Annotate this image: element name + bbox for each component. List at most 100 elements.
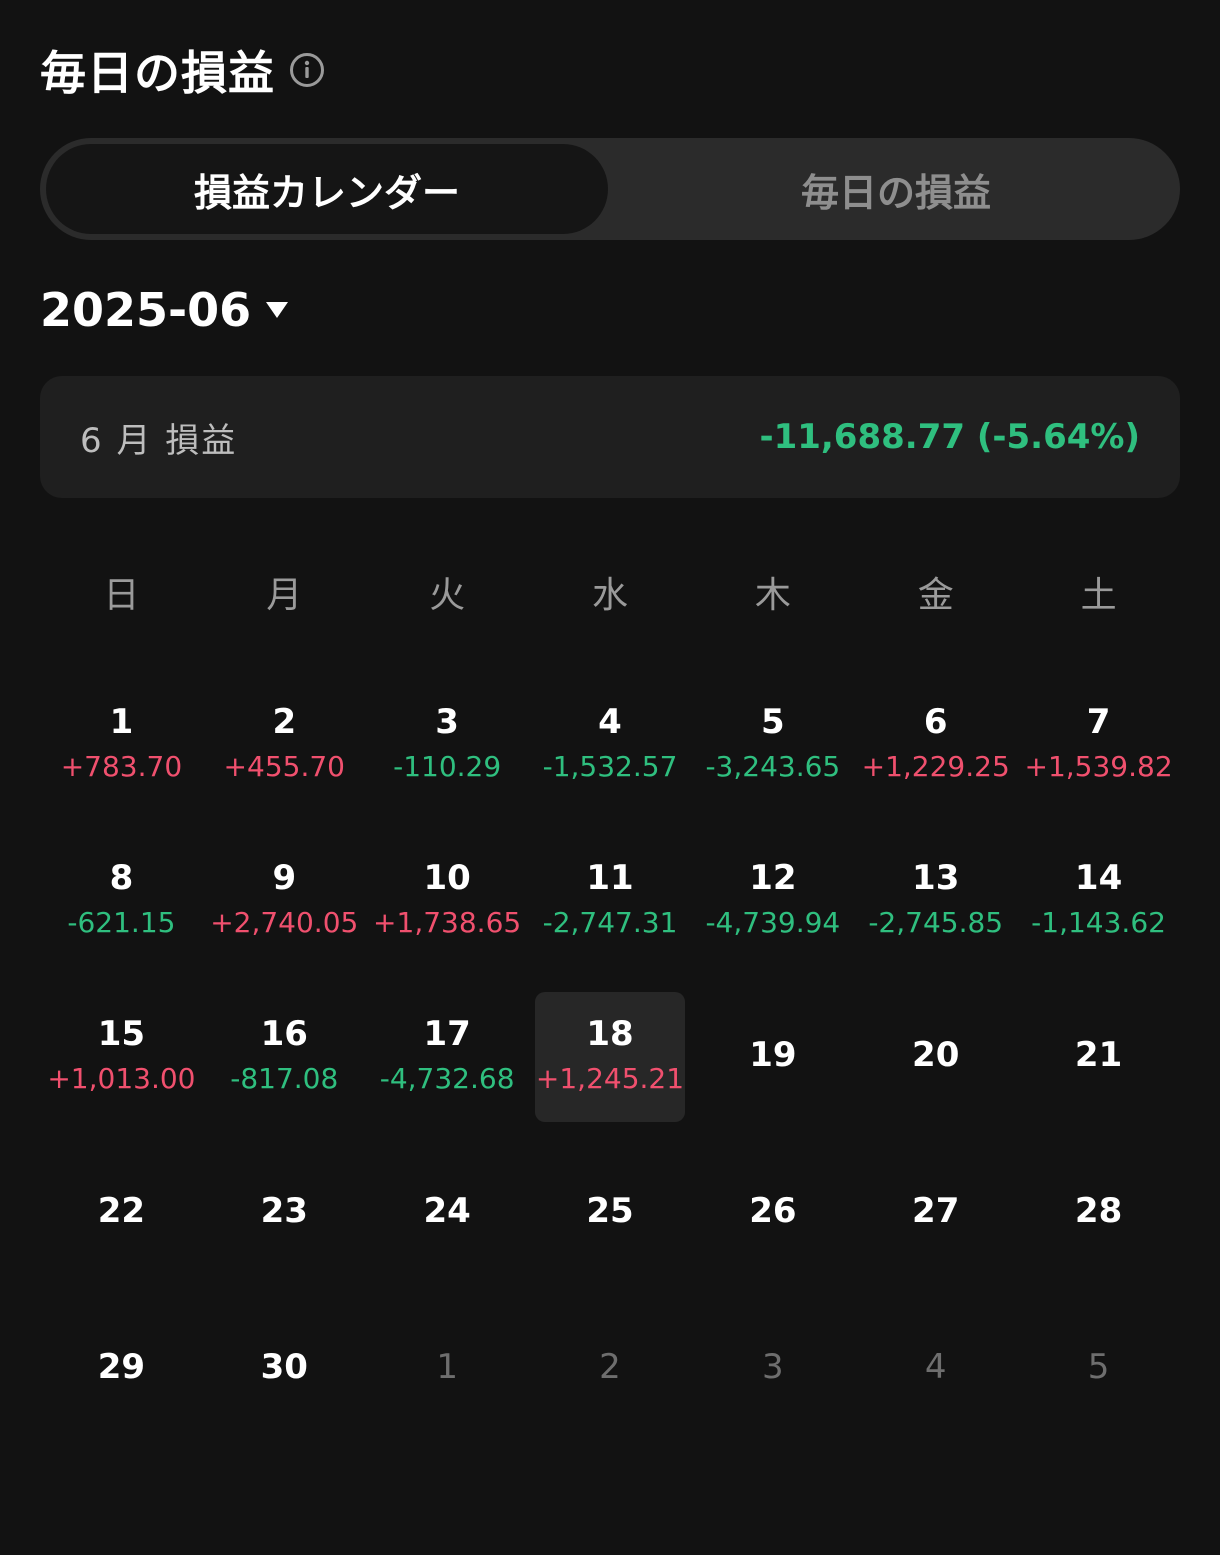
calendar-day-cell[interactable]: 14 -1,143.62 (1017, 836, 1180, 992)
day-number: 22 (97, 1191, 146, 1231)
calendar-day-cell[interactable]: 3 -110.29 (366, 680, 529, 836)
calendar-day-cell[interactable]: 22 (40, 1148, 203, 1304)
day-number: 2 (272, 702, 297, 742)
month-picker[interactable]: 2025-06 (40, 280, 289, 340)
day-pl-value: -2,745.85 (868, 906, 1004, 939)
calendar-day-cell[interactable]: 26 (691, 1148, 854, 1304)
day-number: 23 (260, 1191, 308, 1231)
month-label: 2025-06 (40, 283, 252, 337)
day-pl-value: +455.70 (223, 750, 345, 783)
calendar-day-cell[interactable]: 23 (203, 1148, 366, 1304)
calendar-day-cell[interactable]: 6 +1,229.25 (854, 680, 1017, 836)
day-number: 18 (586, 1014, 634, 1054)
monthly-summary: 6 月 損益 -11,688.77 (-5.64%) (40, 376, 1180, 498)
calendar-day-cell[interactable]: 10 +1,738.65 (366, 836, 529, 992)
day-number: 19 (749, 1035, 797, 1075)
day-pl-value: +1,229.25 (861, 750, 1010, 783)
calendar-day-cell[interactable]: 29 (40, 1304, 203, 1460)
day-number: 3 (762, 1347, 784, 1387)
calendar-day-cell: 2 (529, 1304, 692, 1460)
day-number: 6 (923, 702, 948, 742)
header: 毎日の損益 (40, 40, 325, 100)
day-number: 24 (423, 1191, 471, 1231)
day-number: 3 (435, 702, 459, 742)
day-number: 17 (423, 1014, 471, 1054)
day-pl-value: -1,143.62 (1031, 906, 1166, 939)
day-number: 28 (1074, 1191, 1123, 1231)
summary-label: 6 月 損益 (80, 420, 238, 461)
info-circle-icon[interactable] (289, 52, 325, 88)
calendar-day-cell[interactable]: 20 (854, 992, 1017, 1148)
calendar-day-cell[interactable]: 18 +1,245.21 (529, 992, 692, 1148)
day-number: 20 (912, 1035, 960, 1075)
page-title: 毎日の損益 (40, 46, 275, 100)
day-pl-value: -4,732.68 (379, 1062, 515, 1095)
weekday-label: 土 (1080, 575, 1117, 616)
day-number: 16 (260, 1014, 308, 1054)
calendar-day-cell[interactable]: 24 (366, 1148, 529, 1304)
day-number: 13 (912, 858, 960, 898)
day-pl-value: +783.70 (60, 750, 183, 783)
day-number: 2 (599, 1347, 621, 1387)
calendar-day-cell[interactable]: 12 -4,739.94 (691, 836, 854, 992)
calendar-day-cell[interactable]: 1 +783.70 (40, 680, 203, 836)
calendar-day-cell: 4 (854, 1304, 1017, 1460)
day-pl-value: +1,245.21 (535, 1062, 685, 1095)
weekday-label: 水 (591, 575, 628, 616)
day-pl-value: +1,738.65 (373, 906, 522, 939)
day-number: 9 (272, 858, 297, 898)
day-number: 1 (109, 702, 134, 742)
calendar-day-cell[interactable]: 19 (691, 992, 854, 1148)
day-number: 10 (423, 858, 471, 898)
calendar-day-cell[interactable]: 2 +455.70 (203, 680, 366, 836)
day-pl-value: -3,243.65 (705, 750, 841, 783)
day-pl-value: -817.08 (230, 1062, 339, 1095)
calendar-day-cell[interactable]: 28 (1017, 1148, 1180, 1304)
calendar-day-cell[interactable]: 7 +1,539.82 (1017, 680, 1180, 836)
weekday-header: 日 月 火 水 木 金 土 (40, 562, 1180, 622)
calendar-day-cell[interactable]: 13 -2,745.85 (854, 836, 1017, 992)
day-number: 4 (924, 1347, 947, 1387)
calendar-day-cell[interactable]: 5 -3,243.65 (691, 680, 854, 836)
day-number: 12 (749, 858, 797, 898)
weekday-label: 木 (754, 575, 791, 616)
day-number: 7 (1086, 702, 1111, 742)
calendar-day-cell: 3 (691, 1304, 854, 1460)
day-number: 4 (598, 702, 622, 742)
calendar-day-cell[interactable]: 30 (203, 1304, 366, 1460)
caret-down-icon (265, 300, 289, 320)
calendar-grid: 1 +783.70 2 +455.70 3 -110.29 4 -1,532.57 5 -3,24… (40, 680, 1180, 1460)
weekday-label: 火 (429, 575, 466, 616)
weekday-label: 月 (266, 575, 303, 616)
calendar-day-cell: 1 (366, 1304, 529, 1460)
calendar-day-cell[interactable]: 8 -621.15 (40, 836, 203, 992)
calendar-day-cell[interactable]: 11 -2,747.31 (529, 836, 692, 992)
calendar-day-cell[interactable]: 15 +1,013.00 (40, 992, 203, 1148)
day-number: 27 (912, 1191, 960, 1231)
calendar-day-cell[interactable]: 16 -817.08 (203, 992, 366, 1148)
day-number: 8 (109, 858, 134, 898)
day-number: 21 (1074, 1035, 1123, 1075)
calendar-day-cell[interactable]: 27 (854, 1148, 1017, 1304)
view-toggle: 損益カレンダー 毎日の損益 (40, 138, 1180, 240)
day-pl-value: +1,539.82 (1024, 750, 1173, 783)
day-number: 14 (1074, 858, 1123, 898)
calendar-day-cell[interactable]: 21 (1017, 992, 1180, 1148)
day-number: 11 (586, 858, 634, 898)
calendar-day-cell[interactable]: 25 (529, 1148, 692, 1304)
day-number: 29 (97, 1347, 146, 1387)
tab-pl-calendar[interactable]: 損益カレンダー (46, 144, 608, 234)
day-pl-value: -110.29 (393, 750, 502, 783)
tab-daily-pl[interactable]: 毎日の損益 (612, 138, 1180, 240)
calendar-day-cell[interactable]: 17 -4,732.68 (366, 992, 529, 1148)
day-number: 15 (97, 1014, 146, 1054)
calendar-day-cell[interactable]: 4 -1,532.57 (529, 680, 692, 836)
calendar-day-cell[interactable]: 9 +2,740.05 (203, 836, 366, 992)
day-pl-value: -2,747.31 (542, 906, 678, 939)
day-pl-value: -621.15 (67, 906, 176, 939)
day-pl-value: -4,739.94 (705, 906, 841, 939)
selected-day-highlight (534, 992, 685, 1122)
day-pl-value: +2,740.05 (210, 906, 359, 939)
summary-value: -11,688.77 (-5.64%) (759, 417, 1140, 457)
weekday-label: 日 (103, 575, 140, 616)
